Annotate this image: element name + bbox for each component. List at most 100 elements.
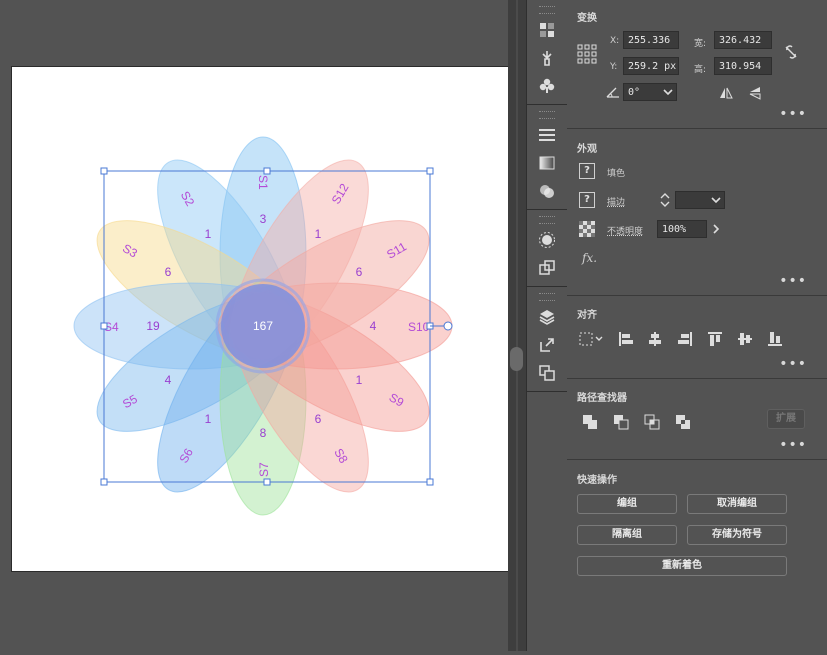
label-s7: S7	[257, 462, 271, 477]
width-field[interactable]: 326.432	[714, 31, 772, 49]
export-panel-button[interactable]	[527, 331, 567, 359]
transparency-icon	[540, 185, 554, 198]
symbols-panel-button[interactable]	[527, 72, 567, 100]
pathfinder-more-options[interactable]: •••	[779, 437, 807, 453]
x-label: X:	[610, 36, 620, 46]
appearance-panel-button[interactable]	[527, 226, 567, 254]
swatches-panel-button[interactable]	[527, 16, 567, 44]
appearance-sun-icon	[539, 232, 555, 248]
stroke-weight-stepper-icon[interactable]	[657, 192, 673, 208]
x-field[interactable]: 255.336	[623, 31, 679, 49]
brushes-panel-button[interactable]	[527, 44, 567, 72]
count-top-left: 1	[205, 227, 212, 241]
chevron-down-icon[interactable]	[660, 84, 676, 100]
opacity-checker-icon	[579, 221, 595, 237]
canvas-area[interactable]: S1 S2 S3 S4 S5 S6 S7 S8 S9 S10 S11 S12 3…	[0, 0, 510, 651]
stroke-swatch[interactable]: ?	[579, 192, 595, 208]
chevron-down-icon[interactable]	[708, 192, 724, 208]
intersect-icon[interactable]	[644, 414, 660, 430]
constrain-proportions-icon[interactable]	[783, 44, 799, 60]
transform-section: 变换 X: 255.336 Y: 259.2 px 宽: 326.432 高: …	[567, 0, 827, 129]
flip-horizontal-icon[interactable]	[718, 85, 734, 101]
swatches-icon	[540, 23, 554, 37]
venn-diagram[interactable]: S1 S2 S3 S4 S5 S6 S7 S8 S9 S10 S11 S12 3…	[0, 0, 510, 651]
properties-panel: 变换 X: 255.336 Y: 259.2 px 宽: 326.432 高: …	[567, 0, 827, 651]
isolate-group-button[interactable]: 隔离组	[577, 525, 677, 545]
y-field[interactable]: 259.2 px	[623, 57, 679, 75]
count-left-upper: 6	[165, 265, 172, 279]
strip-grip[interactable]	[539, 111, 555, 119]
align-to-selection-icon[interactable]	[579, 331, 605, 347]
y-label: Y:	[610, 62, 618, 72]
align-horizontal-center-icon[interactable]	[647, 331, 663, 347]
quick-actions-title: 快速操作	[577, 475, 617, 486]
save-as-symbol-button[interactable]: 存储为符号	[687, 525, 787, 545]
artboards-icon	[539, 365, 555, 381]
recolor-button[interactable]: 重新着色	[577, 556, 787, 576]
label-s1: S1	[256, 175, 270, 190]
export-arrow-icon	[540, 338, 554, 352]
asset-export-button[interactable]	[527, 254, 567, 282]
handle-tr[interactable]	[426, 167, 434, 175]
transparency-panel-button[interactable]	[527, 177, 567, 205]
expand-button[interactable]: 扩展	[767, 409, 805, 429]
layers-icon	[539, 310, 555, 325]
pathfinder-section: 路径查找器 扩展 •••	[567, 379, 827, 460]
handle-bl[interactable]	[100, 478, 108, 486]
label-s10: S10	[408, 320, 430, 334]
ungroup-button[interactable]: 取消编组	[687, 494, 787, 514]
opacity-label[interactable]: 不透明度	[607, 224, 643, 237]
handle-tm[interactable]	[263, 167, 271, 175]
handle-br[interactable]	[426, 478, 434, 486]
stroke-lines-icon	[539, 129, 555, 141]
stroke-panel-button[interactable]	[527, 121, 567, 149]
pathfinder-title: 路径查找器	[577, 393, 627, 404]
scroll-thumb[interactable]	[510, 347, 523, 371]
minus-front-icon[interactable]	[613, 414, 629, 430]
height-label: 高:	[694, 65, 707, 75]
fx-effects-button[interactable]: fx.	[582, 251, 597, 265]
group-button[interactable]: 编组	[577, 494, 677, 514]
chevron-right-icon[interactable]	[708, 221, 724, 237]
layers-panel-button[interactable]	[527, 303, 567, 331]
vertical-scrollbar[interactable]	[508, 0, 526, 651]
align-title: 对齐	[577, 310, 597, 321]
exclude-icon[interactable]	[675, 414, 691, 430]
height-field[interactable]: 310.954	[714, 57, 772, 75]
transform-more-options[interactable]: •••	[779, 106, 807, 122]
align-top-icon[interactable]	[707, 331, 723, 347]
align-vertical-center-icon[interactable]	[737, 331, 753, 347]
fill-label: 填色	[607, 169, 626, 179]
opacity-field[interactable]: 100%	[657, 220, 707, 238]
scroll-track	[516, 0, 518, 651]
panel-icon-strip	[526, 0, 568, 651]
strip-grip[interactable]	[539, 216, 555, 224]
stroke-label[interactable]: 描边	[607, 195, 625, 208]
count-bottom: 8	[260, 426, 267, 440]
strip-grip[interactable]	[539, 293, 555, 301]
rotate-handle[interactable]	[443, 321, 453, 331]
club-icon	[539, 78, 555, 93]
count-left: 19	[146, 319, 160, 333]
strip-separator	[527, 104, 567, 105]
appearance-more-options[interactable]: •••	[779, 273, 807, 289]
handle-tl[interactable]	[100, 167, 108, 175]
strip-grip[interactable]	[539, 6, 555, 14]
count-bottom-right: 6	[315, 412, 322, 426]
align-left-icon[interactable]	[618, 331, 634, 347]
reference-point-icon[interactable]	[577, 44, 597, 64]
appearance-section: 外观 ? 填色 ? 描边 不透明度 100% fx. •••	[567, 129, 827, 296]
asset-export-icon	[539, 260, 555, 275]
fill-swatch[interactable]: ?	[579, 163, 595, 179]
align-more-options[interactable]: •••	[779, 356, 807, 372]
align-bottom-icon[interactable]	[767, 331, 783, 347]
handle-bm[interactable]	[263, 478, 271, 486]
handle-ml[interactable]	[100, 322, 108, 330]
gradient-panel-button[interactable]	[527, 149, 567, 177]
flip-vertical-icon[interactable]	[747, 85, 763, 101]
rotate-angle-icon	[606, 87, 619, 98]
unite-icon[interactable]	[582, 414, 598, 430]
count-center: 167	[253, 319, 273, 333]
align-right-icon[interactable]	[677, 331, 693, 347]
artboards-panel-button[interactable]	[527, 359, 567, 387]
